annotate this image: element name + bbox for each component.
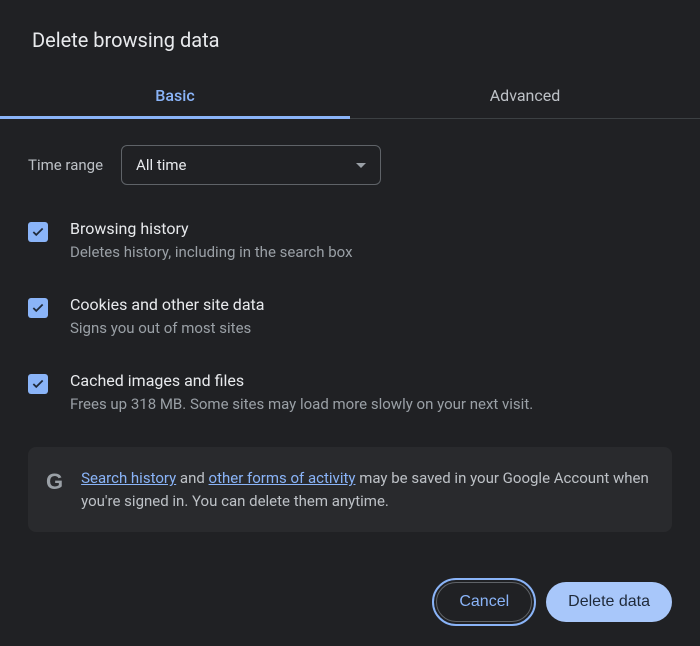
time-range-label: Time range bbox=[28, 156, 103, 174]
option-text: Browsing history Deletes history, includ… bbox=[70, 219, 672, 263]
time-range-value: All time bbox=[136, 156, 186, 174]
check-icon bbox=[31, 225, 45, 239]
option-title: Browsing history bbox=[70, 219, 672, 238]
checkbox-cookies[interactable] bbox=[28, 298, 48, 318]
info-mid1: and bbox=[176, 469, 208, 487]
chevron-down-icon bbox=[356, 163, 366, 168]
tab-bar: Basic Advanced bbox=[0, 72, 700, 119]
search-history-link[interactable]: Search history bbox=[81, 469, 176, 487]
delete-browsing-data-dialog: Delete browsing data Basic Advanced Time… bbox=[0, 0, 700, 646]
option-text: Cached images and files Frees up 318 MB.… bbox=[70, 371, 672, 415]
tab-advanced-label: Advanced bbox=[490, 86, 561, 105]
option-title: Cached images and files bbox=[70, 371, 672, 390]
option-title: Cookies and other site data bbox=[70, 295, 672, 314]
other-activity-link[interactable]: other forms of activity bbox=[209, 469, 356, 487]
option-desc: Signs you out of most sites bbox=[70, 318, 672, 339]
google-account-info: G Search history and other forms of acti… bbox=[28, 447, 672, 532]
checkbox-browsing-history[interactable] bbox=[28, 222, 48, 242]
dialog-body: Time range All time Browsing history Del… bbox=[0, 119, 700, 532]
tab-basic-label: Basic bbox=[155, 86, 194, 105]
check-icon bbox=[31, 301, 45, 315]
option-desc: Deletes history, including in the search… bbox=[70, 242, 672, 263]
info-text: Search history and other forms of activi… bbox=[81, 467, 654, 512]
option-browsing-history: Browsing history Deletes history, includ… bbox=[28, 219, 672, 263]
checkbox-cache[interactable] bbox=[28, 374, 48, 394]
option-cache: Cached images and files Frees up 318 MB.… bbox=[28, 371, 672, 415]
tab-basic[interactable]: Basic bbox=[0, 72, 350, 118]
option-text: Cookies and other site data Signs you ou… bbox=[70, 295, 672, 339]
google-g-icon: G bbox=[46, 469, 63, 495]
dialog-footer: Cancel Delete data bbox=[0, 532, 700, 646]
delete-data-button[interactable]: Delete data bbox=[546, 582, 672, 622]
cancel-button[interactable]: Cancel bbox=[436, 582, 532, 622]
dialog-title: Delete browsing data bbox=[0, 0, 700, 72]
time-range-row: Time range All time bbox=[28, 145, 672, 185]
option-desc: Frees up 318 MB. Some sites may load mor… bbox=[70, 394, 672, 415]
check-icon bbox=[31, 377, 45, 391]
option-cookies: Cookies and other site data Signs you ou… bbox=[28, 295, 672, 339]
time-range-select[interactable]: All time bbox=[121, 145, 381, 185]
tab-advanced[interactable]: Advanced bbox=[350, 72, 700, 118]
